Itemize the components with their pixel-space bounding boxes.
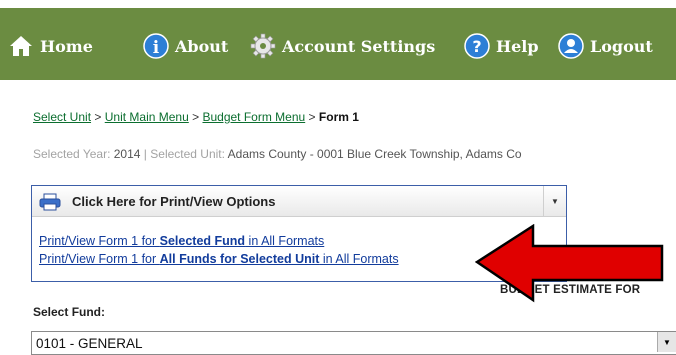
select-fund-label: Select Fund: [33,305,106,319]
home-icon [8,33,34,59]
chevron-down-icon[interactable]: ▼ [543,186,566,216]
selected-year-value: 2014 [113,147,141,161]
red-arrow-icon [475,224,664,303]
breadcrumb-budget-form-menu[interactable]: Budget Form Menu [202,110,305,124]
svg-text:?: ? [472,37,481,56]
nav-logout[interactable]: Logout [558,32,653,60]
nav-about-label: About [175,36,229,56]
breadcrumb-separator: > [192,110,200,124]
gear-icon [250,33,276,59]
print-all-funds-link[interactable]: Print/View Form 1 for All Funds for Sele… [39,252,399,266]
selected-unit-label: Selected Unit: [150,147,225,161]
breadcrumb-separator: > [94,110,102,124]
breadcrumb-select-unit[interactable]: Select Unit [33,110,91,124]
nav-home-label: Home [40,36,93,56]
breadcrumb: Select Unit > Unit Main Menu > Budget Fo… [33,110,359,124]
selection-divider: | [143,147,147,161]
logout-icon [558,33,584,59]
selection-info: Selected Year: 2014 | Selected Unit: Ada… [33,147,522,161]
nav-account-settings-label: Account Settings [282,36,436,56]
nav-help-label: Help [496,36,539,56]
breadcrumb-current: Form 1 [318,110,359,124]
breadcrumb-unit-main-menu[interactable]: Unit Main Menu [105,110,189,124]
print-options-toggle[interactable]: Click Here for Print/View Options ▼ [32,186,566,217]
nav-account-settings[interactable]: Account Settings [250,32,435,60]
fund-select-value: 0101 - GENERAL [36,336,143,351]
breadcrumb-separator: > [308,110,316,124]
nav-home[interactable]: Home [8,32,93,60]
top-navbar: Home i About Account Settings ? Help Log… [0,8,676,80]
info-icon: i [143,33,169,59]
print-selected-fund-link[interactable]: Print/View Form 1 for Selected Fund in A… [39,234,324,248]
help-icon: ? [464,33,490,59]
selected-unit-value: Adams County - 0001 Blue Creek Township,… [227,147,522,161]
selected-year-label: Selected Year: [33,147,111,161]
printer-icon [39,193,61,216]
svg-text:i: i [153,38,160,58]
nav-logout-label: Logout [590,36,653,56]
print-options-header: Click Here for Print/View Options [72,194,276,209]
nav-help[interactable]: ? Help [464,32,539,60]
nav-about[interactable]: i About [143,32,228,60]
fund-select[interactable]: 0101 - GENERAL ▼ [31,331,676,355]
chevron-down-icon[interactable]: ▼ [657,332,676,352]
